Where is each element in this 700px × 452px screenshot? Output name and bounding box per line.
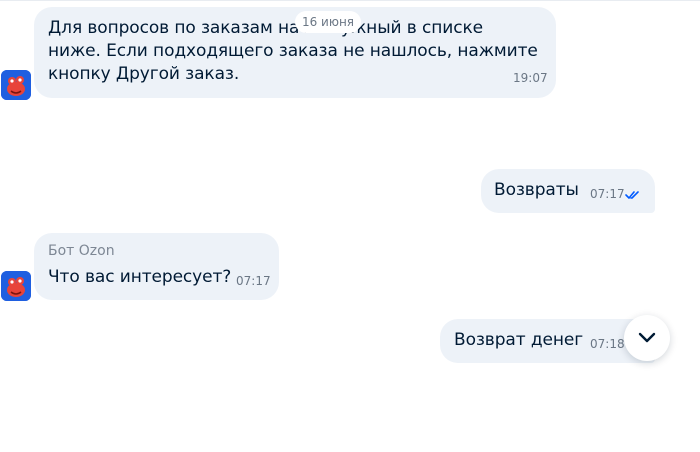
top-divider [0,0,700,1]
message-bubble-outgoing: Возврат денег 07:18 [440,319,655,363]
ozon-bot-avatar-icon [1,70,31,100]
date-separator: 16 июня [295,11,361,33]
bot-avatar [1,271,31,301]
message-text-line: кнопку Другой заказ. [48,64,240,84]
message-text-line: Для вопросов по заказам на [48,18,300,38]
message-text: Возвраты [494,180,579,200]
message-time: 07:17 [236,274,271,288]
scroll-down-button[interactable] [624,315,670,361]
bot-avatar [1,70,31,100]
chat-window: Для вопросов по заказам на на нужный в сп… [0,0,700,452]
chevron-down-icon [638,332,656,343]
message-time: 19:07 [513,71,548,85]
message-time: 07:17 [590,187,625,201]
message-bubble-incoming: Бот Ozon Что вас интересует? 07:17 [34,233,279,300]
message-bubble-outgoing: Возвраты 07:17 [481,169,655,213]
message-time: 07:18 [590,337,625,351]
message-text: Возврат денег [454,330,584,350]
sender-name: Бот Ozon [48,243,115,259]
message-text: Что вас интересует? [48,267,232,287]
double-check-icon [625,191,639,199]
message-text-line: ниже. Если подходящего заказа не нашлось… [48,41,538,61]
ozon-bot-avatar-icon [1,271,31,301]
